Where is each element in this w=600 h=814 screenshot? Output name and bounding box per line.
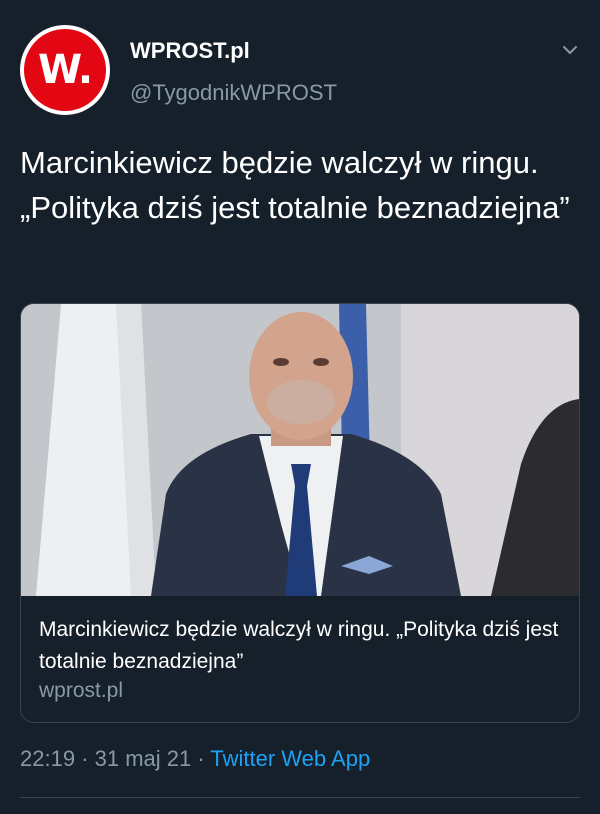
link-card[interactable]: Marcinkiewicz będzie walczył w ringu. „P…: [20, 303, 580, 723]
card-photo: [21, 304, 579, 596]
tweet: W. WPROST.pl @TygodnikWPROST Marcinkiewi…: [0, 0, 600, 814]
meta-separator: ·: [75, 746, 95, 771]
tweet-meta: 22:19 · 31 maj 21 · Twitter Web App: [20, 746, 370, 772]
tweet-time[interactable]: 22:19: [20, 746, 75, 771]
divider: [20, 797, 580, 798]
account-handle[interactable]: @TygodnikWPROST: [130, 80, 337, 106]
wprost-logo: W.: [24, 29, 106, 111]
chevron-down-icon[interactable]: [560, 40, 580, 60]
account-name[interactable]: WPROST.pl: [130, 38, 250, 64]
card-domain: wprost.pl: [39, 679, 124, 702]
avatar[interactable]: W.: [20, 25, 110, 115]
tweet-date[interactable]: 31 maj 21: [95, 746, 192, 771]
avatar-letter: W.: [37, 47, 93, 93]
tweet-text: Marcinkiewicz będzie walczył w ringu. „P…: [20, 145, 570, 225]
source-app-link[interactable]: Twitter Web App: [210, 746, 370, 771]
meta-separator: ·: [191, 746, 211, 771]
card-image[interactable]: [21, 304, 579, 596]
card-title[interactable]: Marcinkiewicz będzie walczył w ringu. „P…: [39, 614, 564, 678]
